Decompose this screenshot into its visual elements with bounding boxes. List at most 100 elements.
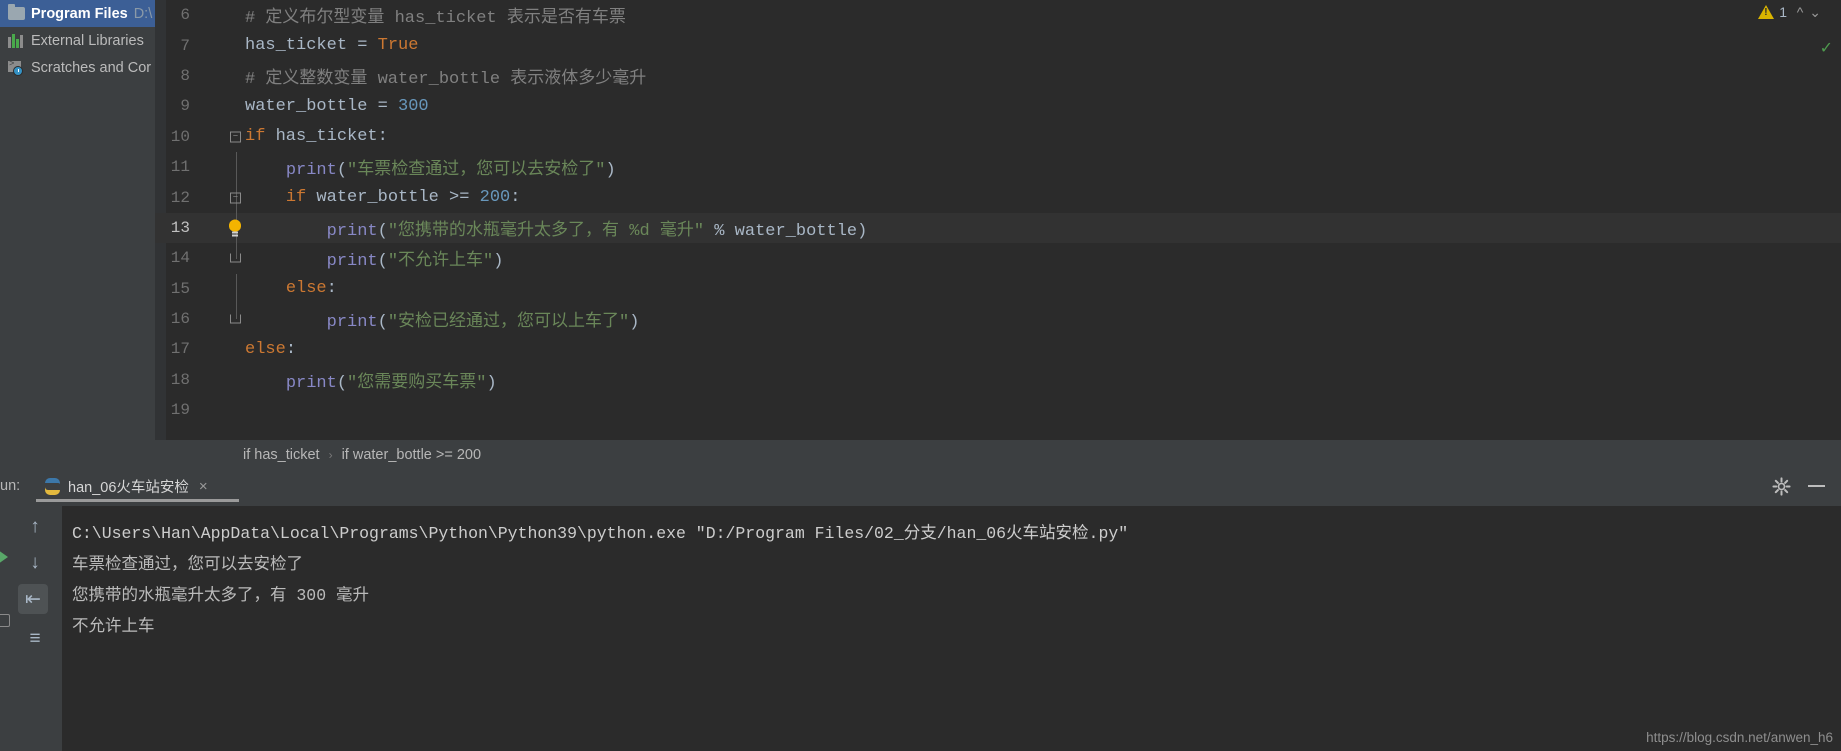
code-token: if xyxy=(285,188,307,208)
inspection-ok-icon[interactable]: ✓ xyxy=(1820,38,1833,58)
code-editor[interactable]: 1 ^ ⌄ ✓ 6 # 定义布尔型变量 has_ticket 表示是否有车票 7… xyxy=(155,0,1841,440)
code-token: = xyxy=(347,36,378,56)
code-content: if water_bottle >= 200: xyxy=(245,188,521,208)
code-token: "车票检查通过，您可以去安检了" xyxy=(347,161,606,181)
run-tool-window: un: han_06火车站安检 × ↑ ↓ ⇤ ≡ C:\Users\Han\A… xyxy=(0,470,1841,751)
line-gutter[interactable] xyxy=(200,61,245,91)
run-tab[interactable]: han_06火车站安检 × xyxy=(36,470,216,502)
code-line-current[interactable]: 13 print("您携带的水瓶毫升太多了，有 %d 毫升" % water_b… xyxy=(155,212,1841,244)
line-number: 12 xyxy=(170,188,190,207)
line-gutter[interactable] xyxy=(200,273,245,304)
line-gutter[interactable] xyxy=(200,365,245,395)
code-line[interactable]: 19 xyxy=(155,395,1841,425)
line-gutter[interactable] xyxy=(200,395,245,425)
code-token: : xyxy=(326,279,337,299)
stop-icon[interactable] xyxy=(0,614,10,627)
run-icon[interactable] xyxy=(0,550,8,564)
line-gutter[interactable] xyxy=(200,334,245,364)
arrow-up-icon[interactable]: ↑ xyxy=(20,512,50,542)
code-line[interactable]: 15 else: xyxy=(155,273,1841,304)
sidebar-item-program-files[interactable]: Program Files D:\ xyxy=(0,0,155,27)
code-line[interactable]: 11 print("车票检查通过，您可以去安检了") xyxy=(155,151,1841,183)
code-content: print("安检已经通过，您可以上车了") xyxy=(326,313,640,333)
code-content: # 定义整数变量 water_bottle 表示液体多少毫升 xyxy=(245,69,647,89)
gear-icon[interactable] xyxy=(1772,477,1791,496)
code-line[interactable]: 7 has_ticket = True xyxy=(155,30,1841,60)
arrow-down-icon[interactable]: ↓ xyxy=(20,548,50,578)
code-line[interactable]: 8 # 定义整数变量 water_bottle 表示液体多少毫升 xyxy=(155,61,1841,91)
folder-icon xyxy=(8,4,25,22)
line-number: 17 xyxy=(170,340,190,359)
line-gutter[interactable]: − xyxy=(200,122,245,152)
fold-end-icon[interactable] xyxy=(230,253,241,263)
code-token: 300 xyxy=(398,96,429,116)
code-token: "您需要购买车票" xyxy=(347,373,487,393)
line-number: 6 xyxy=(180,6,190,25)
code-line[interactable]: 17 else: xyxy=(155,334,1841,364)
line-number: 19 xyxy=(170,401,190,420)
sidebar-item-external-libraries[interactable]: External Libraries xyxy=(0,27,155,54)
code-content: print("不允许上车") xyxy=(326,252,504,272)
code-token: "安检已经通过，您可以上车了" xyxy=(387,313,630,333)
code-token: print xyxy=(326,313,378,333)
sidebar-item-label: Program Files xyxy=(31,5,128,22)
code-token: water_bottle xyxy=(734,221,858,241)
breadcrumb: if has_ticket › if water_bottle >= 200 xyxy=(155,440,1841,470)
code-line[interactable]: 14 print("不允许上车") xyxy=(155,243,1841,273)
line-number: 14 xyxy=(170,249,190,268)
line-gutter[interactable] xyxy=(200,303,245,334)
code-token: print xyxy=(285,161,337,181)
console-line: C:\Users\Han\AppData\Local\Programs\Pyth… xyxy=(72,524,1129,543)
close-icon[interactable]: × xyxy=(199,478,208,495)
code-content: water_bottle = 300 xyxy=(245,97,429,116)
minimize-icon[interactable] xyxy=(1808,485,1825,487)
project-tree-panel: Program Files D:\ External Libraries Scr… xyxy=(0,0,155,545)
chevron-down-icon[interactable]: ⌄ xyxy=(1809,4,1821,21)
line-gutter[interactable]: − xyxy=(200,182,245,213)
line-gutter[interactable] xyxy=(200,91,245,121)
line-number: 8 xyxy=(180,66,190,85)
code-token: else xyxy=(285,279,327,299)
line-gutter[interactable] xyxy=(200,151,245,183)
sidebar-item-scratches[interactable]: Scratches and Cor xyxy=(0,54,155,81)
code-content: print("车票检查通过，您可以去安检了") xyxy=(285,161,616,181)
code-line[interactable]: 6 # 定义布尔型变量 has_ticket 表示是否有车票 xyxy=(155,0,1841,30)
fold-toggle-icon[interactable]: − xyxy=(230,131,241,143)
watermark-text: https://blog.csdn.net/anwen_h6 xyxy=(1646,730,1833,745)
code-content: has_ticket = True xyxy=(245,36,418,55)
code-token: has_ticket: xyxy=(265,127,388,147)
breadcrumb-item-1[interactable]: if has_ticket xyxy=(243,447,320,463)
inspection-nav-chevrons[interactable]: ^ ⌄ xyxy=(1797,4,1821,21)
run-tool-header: un: han_06火车站安检 × xyxy=(0,470,1841,502)
fold-toggle-icon[interactable]: − xyxy=(230,192,241,204)
inspection-warning-badge[interactable]: 1 xyxy=(1758,4,1787,20)
chevron-up-icon[interactable]: ^ xyxy=(1797,4,1804,21)
warning-count: 1 xyxy=(1779,4,1787,20)
code-line[interactable]: 18 print("您需要购买车票") xyxy=(155,365,1841,395)
code-line[interactable]: 16 print("安检已经通过，您可以上车了") xyxy=(155,303,1841,334)
code-line[interactable]: 10 − if has_ticket: xyxy=(155,122,1841,152)
line-gutter[interactable] xyxy=(200,30,245,60)
code-content: print("您需要购买车票") xyxy=(285,373,497,393)
run-toolbar: ↑ ↓ ⇤ ≡ xyxy=(0,502,60,751)
code-line[interactable]: 9 water_bottle = 300 xyxy=(155,91,1841,121)
run-tool-label: un: xyxy=(0,478,21,494)
console-line: 车票检查通过，您可以去安检了 xyxy=(72,555,303,574)
fold-end-icon[interactable] xyxy=(230,314,241,324)
line-gutter[interactable] xyxy=(200,0,245,30)
code-token: = xyxy=(367,96,399,116)
soft-wrap-icon[interactable]: ⇤ xyxy=(18,584,48,614)
code-token: water_bottle xyxy=(245,96,368,116)
console-output[interactable]: C:\Users\Han\AppData\Local\Programs\Pyth… xyxy=(62,506,1841,751)
code-token: print xyxy=(326,221,378,241)
breadcrumb-item-2[interactable]: if water_bottle >= 200 xyxy=(342,447,481,463)
line-gutter[interactable] xyxy=(200,243,245,273)
line-number: 16 xyxy=(170,310,190,329)
code-line[interactable]: 12 − if water_bottle >= 200: xyxy=(155,182,1841,213)
intention-bulb-icon[interactable] xyxy=(228,219,242,237)
print-icon[interactable]: ≡ xyxy=(20,624,50,654)
line-gutter[interactable] xyxy=(200,212,245,244)
code-token: water_bottle >= xyxy=(306,188,480,208)
line-number: 15 xyxy=(170,279,190,298)
scratches-icon xyxy=(8,59,25,76)
